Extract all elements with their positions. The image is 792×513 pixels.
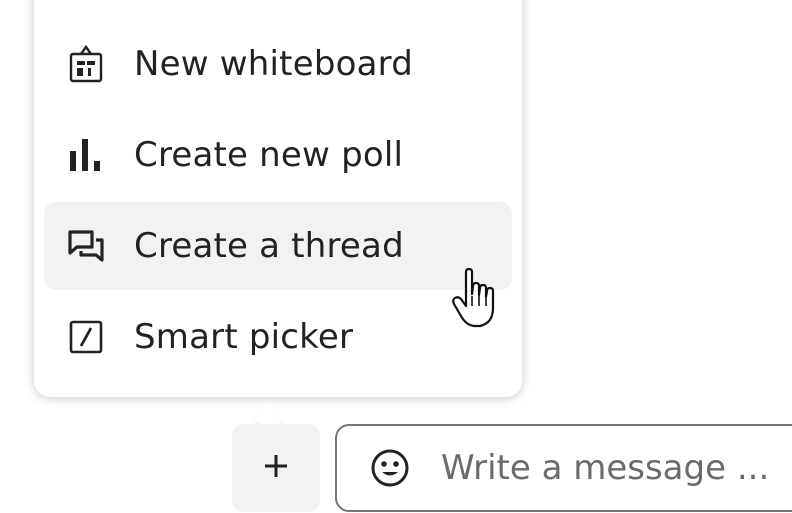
- add-attachment-button[interactable]: [232, 424, 320, 512]
- message-input[interactable]: [441, 448, 792, 488]
- menu-item-new-whiteboard[interactable]: New whiteboard: [44, 20, 512, 108]
- message-input-container: [335, 424, 792, 512]
- menu-item-label: New whiteboard: [134, 44, 414, 84]
- hand-cursor-icon: [452, 268, 495, 328]
- chat-composer-area: New whiteboard Create new poll Create a …: [0, 0, 792, 513]
- thread-icon: [64, 224, 108, 268]
- whiteboard-icon: [64, 42, 108, 86]
- plus-icon: [261, 451, 291, 485]
- poll-icon: [64, 133, 108, 177]
- menu-item-create-thread[interactable]: Create a thread: [44, 202, 512, 290]
- emoji-icon[interactable]: [367, 445, 413, 491]
- menu-item-label: Smart picker: [134, 317, 354, 357]
- menu-item-label: Create a thread: [134, 226, 404, 266]
- menu-item-smart-picker[interactable]: Smart picker: [44, 293, 512, 381]
- smart-picker-icon: [64, 315, 108, 359]
- menu-item-label: Create new poll: [134, 135, 404, 175]
- menu-item-create-poll[interactable]: Create new poll: [44, 111, 512, 199]
